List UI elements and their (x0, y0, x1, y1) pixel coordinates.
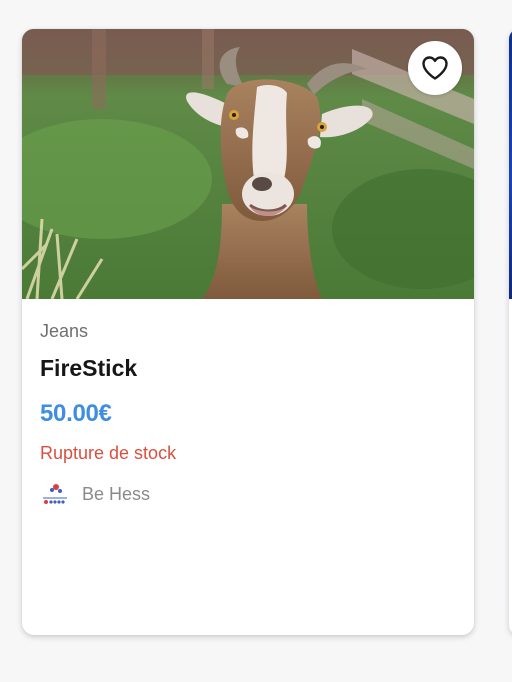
seller-logo-icon (40, 479, 70, 509)
product-card[interactable]: Jeans FireStick 50.00€ Rupture de stock (22, 29, 474, 635)
favorite-button[interactable] (408, 41, 462, 95)
product-price: 50.00€ (40, 400, 112, 427)
product-title[interactable]: FireStick (40, 353, 456, 383)
product-category: Jeans (40, 321, 89, 341)
seller[interactable]: Be Hess (40, 479, 456, 509)
product-image (22, 29, 474, 299)
product-info: Jeans FireStick 50.00€ Rupture de stock (40, 319, 456, 509)
stock-status: Rupture de stock (40, 443, 177, 463)
product-carousel: Jeans FireStick 50.00€ Rupture de stock (0, 0, 512, 682)
seller-name: Be Hess (82, 484, 151, 504)
heart-outline-icon (422, 56, 448, 80)
